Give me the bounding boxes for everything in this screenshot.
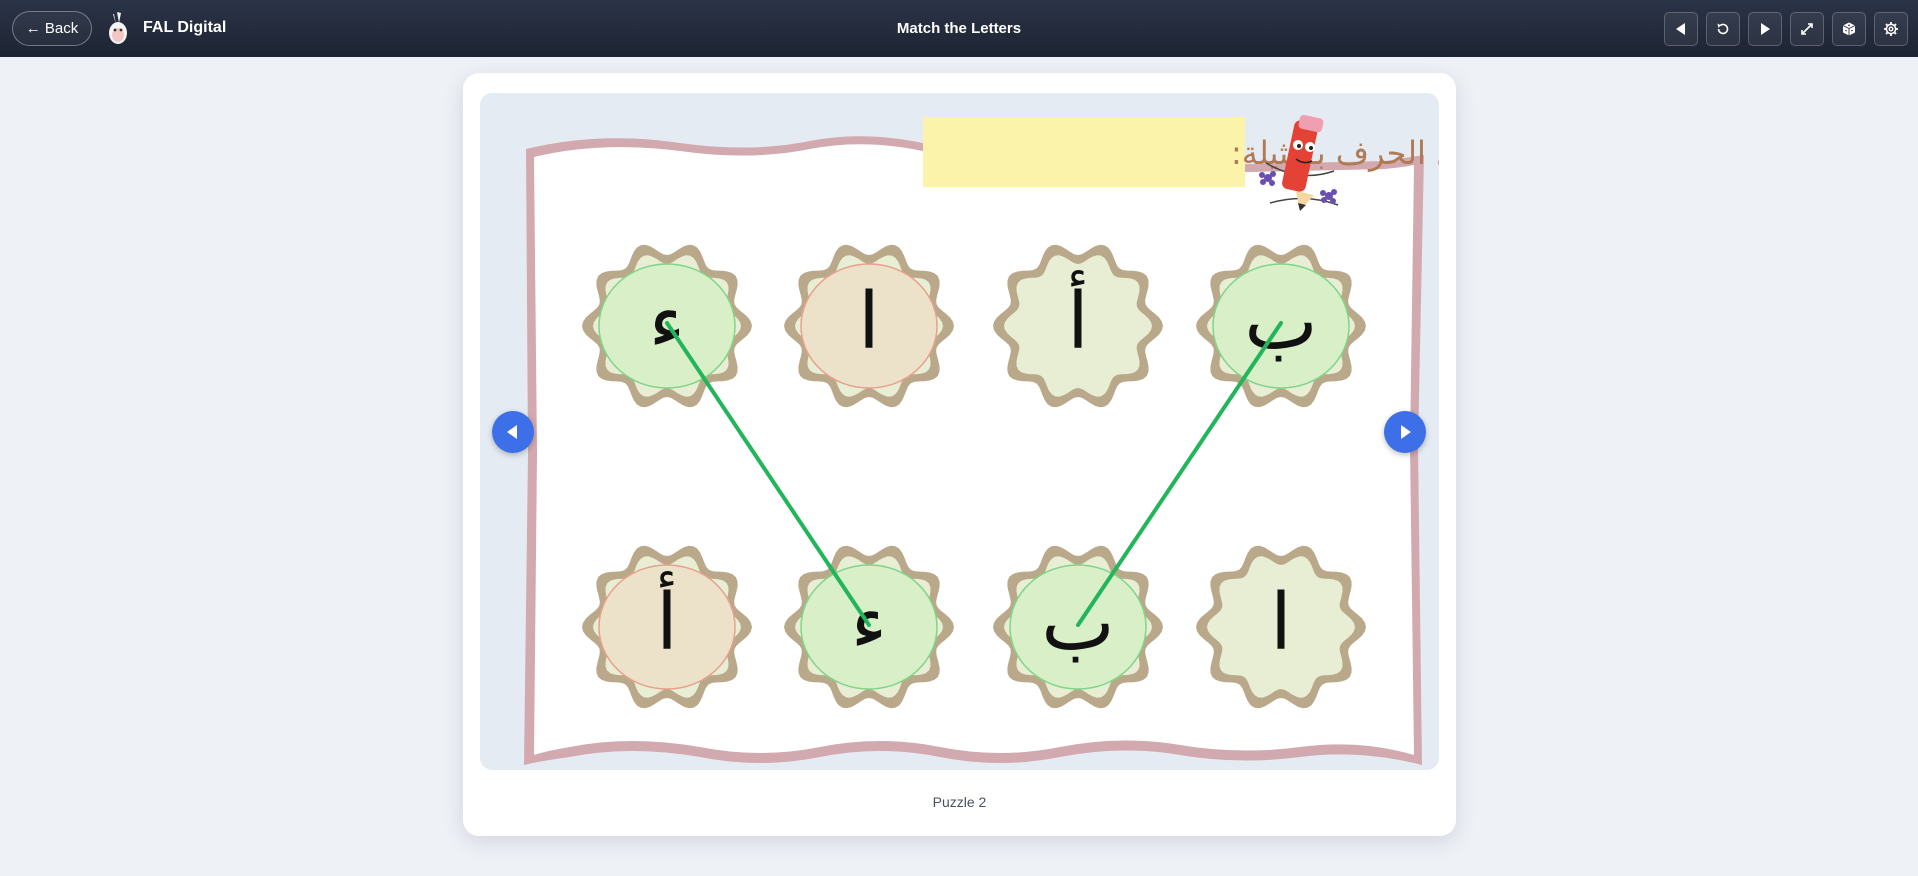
- next-page-button[interactable]: [1748, 12, 1782, 46]
- expand-icon: [1801, 23, 1813, 35]
- letter-glyph: أ: [1067, 270, 1089, 367]
- letter-glyph: ا: [858, 277, 880, 367]
- page-title: Match the Letters: [896, 20, 1022, 37]
- brand-logo-icon: [109, 12, 127, 44]
- previous-puzzle-button[interactable]: [492, 411, 534, 453]
- puzzle-board: أصل الحرف بـمثيلة: ءا: [524, 114, 1439, 765]
- puzzle-card: أصل الحرف بـمثيلة: ءا: [463, 73, 1456, 836]
- puzzle-caption: Puzzle 2: [932, 794, 987, 810]
- brand-name: FAL Digital: [143, 19, 227, 36]
- letter-glyph: ا: [1270, 578, 1292, 668]
- reset-button[interactable]: [1706, 12, 1740, 46]
- prev-page-button[interactable]: [1664, 12, 1698, 46]
- rotate-icon: [1717, 23, 1729, 35]
- back-button[interactable]: ← Back: [12, 11, 92, 46]
- triangle-left-icon: [507, 425, 517, 439]
- instruction-banner: [923, 117, 1245, 187]
- instruction-text: أصل الحرف بـمثيلة:: [1231, 132, 1439, 172]
- triangle-right-icon: [1761, 23, 1770, 35]
- triangle-left-icon: [1676, 23, 1685, 35]
- dice-icon: [1842, 22, 1856, 36]
- puzzle-stage: أصل الحرف بـمثيلة: ءا: [480, 93, 1439, 770]
- fullscreen-button[interactable]: [1790, 12, 1824, 46]
- settings-button[interactable]: [1874, 12, 1908, 46]
- top-bar: ← Back FAL Digital Match the Letters: [0, 0, 1918, 57]
- triangle-right-icon: [1401, 425, 1411, 439]
- next-puzzle-button[interactable]: [1384, 411, 1426, 453]
- letter-glyph: أ: [656, 571, 678, 668]
- gear-icon: [1884, 22, 1898, 36]
- shuffle-button[interactable]: [1832, 12, 1866, 46]
